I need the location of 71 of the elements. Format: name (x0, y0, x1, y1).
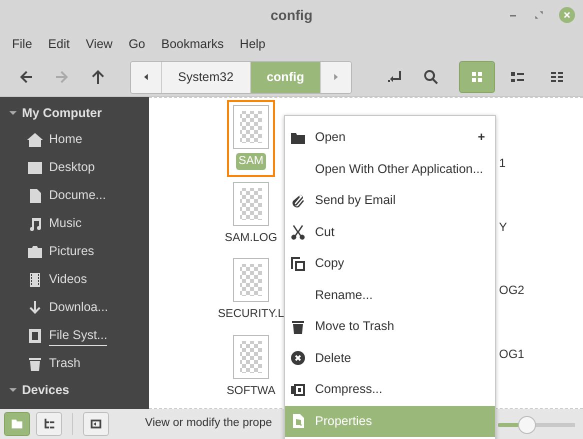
file-name[interactable]: SOFTWA (224, 382, 278, 400)
hard-drive-icon (27, 328, 43, 344)
sidebar-item[interactable]: Pictures (49, 242, 94, 262)
maximize-icon[interactable] (533, 9, 545, 21)
section-heading[interactable]: Devices (22, 380, 70, 400)
menu-item[interactable]: Help (232, 34, 274, 54)
statusbar-button[interactable] (83, 412, 109, 436)
sidebar-item[interactable]: Music (49, 214, 82, 234)
status-text: View or modify the prope (145, 416, 272, 432)
menu-item[interactable]: Copy (285, 248, 495, 280)
menu-item[interactable]: Compress... (285, 374, 495, 406)
grid-view-icon (469, 69, 485, 85)
sidebar-icon (89, 417, 103, 431)
file-name[interactable]: SAM.LOG (222, 230, 280, 247)
file-name[interactable]: OG2 (499, 281, 583, 344)
file-thumbnail[interactable] (233, 182, 269, 226)
search-icon (423, 69, 439, 85)
path-scroll-left-button[interactable] (131, 62, 162, 92)
compress-icon (290, 382, 306, 398)
up-arrow-icon (90, 69, 106, 85)
file-name[interactable]: SECURITY.L (214, 306, 288, 324)
menu-item[interactable]: View (78, 34, 121, 54)
window-title: config (270, 6, 312, 24)
file-name[interactable]: OG1 (499, 344, 583, 408)
document-icon (27, 188, 43, 204)
camera-icon (27, 244, 43, 260)
copy-icon (290, 256, 306, 272)
menu-item[interactable]: Move to Trash (285, 311, 495, 342)
trash-icon (27, 356, 43, 372)
paperclip-icon (290, 192, 306, 209)
file-thumbnail[interactable] (232, 258, 269, 302)
download-arrow-icon (27, 300, 43, 316)
section-heading[interactable]: My Computer (22, 104, 102, 123)
trash-icon (290, 318, 306, 335)
menu-item[interactable]: Open With Other Application... (285, 154, 495, 185)
properties-document-icon (290, 413, 306, 430)
tree-icon (42, 417, 56, 431)
sidebar-item[interactable]: Home (49, 130, 82, 150)
file-name[interactable]: Y (499, 218, 583, 281)
folder-icon (10, 417, 24, 431)
sidebar-item[interactable]: Desktop (49, 158, 95, 178)
back-arrow-icon (18, 69, 34, 85)
menu-item[interactable]: Go (120, 34, 154, 54)
house-icon (27, 132, 43, 148)
menu-item[interactable]: File (4, 34, 40, 54)
file-thumbnail[interactable] (233, 105, 269, 149)
forward-arrow-icon (54, 69, 70, 85)
menu-item[interactable]: Send by Email (285, 185, 495, 216)
music-note-icon (27, 216, 43, 232)
menu-item[interactable]: Rename... (285, 280, 495, 311)
menu-item[interactable]: Bookmarks (153, 34, 232, 54)
scissors-icon (290, 224, 306, 240)
enter-arrow-icon (387, 69, 403, 85)
file-name[interactable]: 1 (499, 154, 583, 218)
sidebar-item[interactable]: Downloa... (49, 298, 108, 318)
monitor-icon (27, 160, 43, 176)
statusbar-button[interactable] (36, 412, 62, 436)
compact-view-icon (549, 69, 565, 85)
list-view-icon (509, 69, 525, 85)
menu-item[interactable]: Cut (285, 216, 495, 248)
menu-item[interactable]: Open + (285, 122, 495, 154)
sidebar-item[interactable]: Docume... (49, 186, 106, 206)
slider-thumb[interactable] (518, 416, 536, 434)
menu-item[interactable]: Edit (40, 34, 78, 54)
close-icon[interactable] (559, 7, 575, 23)
sidebar-item[interactable]: Trash (49, 354, 80, 374)
sidebar-item[interactable]: File Syst... (49, 326, 108, 346)
film-icon (27, 272, 43, 288)
sidebar-item[interactable]: Videos (49, 270, 87, 290)
menu-item[interactable]: Delete (285, 342, 495, 374)
file-thumbnail[interactable] (232, 334, 269, 379)
